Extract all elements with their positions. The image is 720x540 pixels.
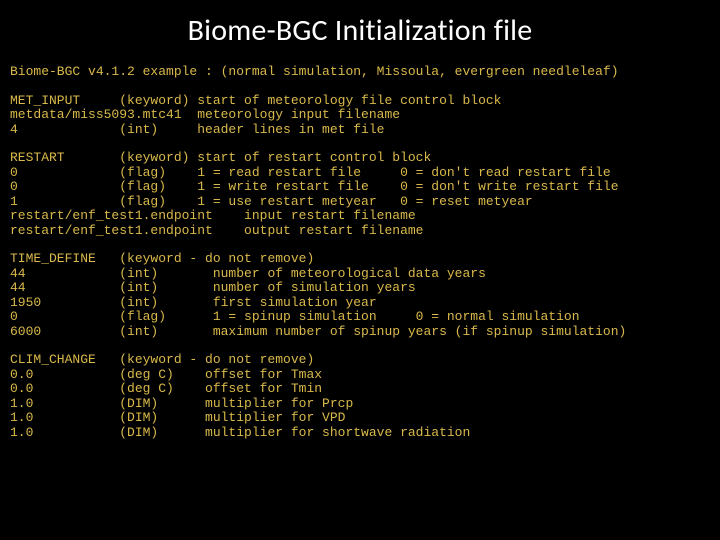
slide: Biome-BGC Initialization file Biome-BGC … [0,0,720,540]
page-title: Biome-BGC Initialization file [10,12,710,49]
header-line: Biome-BGC v4.1.2 example : (normal simul… [10,65,710,80]
section-restart: RESTART (keyword) start of restart contr… [10,151,710,238]
section-clim-change: CLIM_CHANGE (keyword - do not remove) 0.… [10,353,710,440]
section-met-input: MET_INPUT (keyword) start of meteorology… [10,94,710,138]
section-time-define: TIME_DEFINE (keyword - do not remove) 44… [10,252,710,339]
